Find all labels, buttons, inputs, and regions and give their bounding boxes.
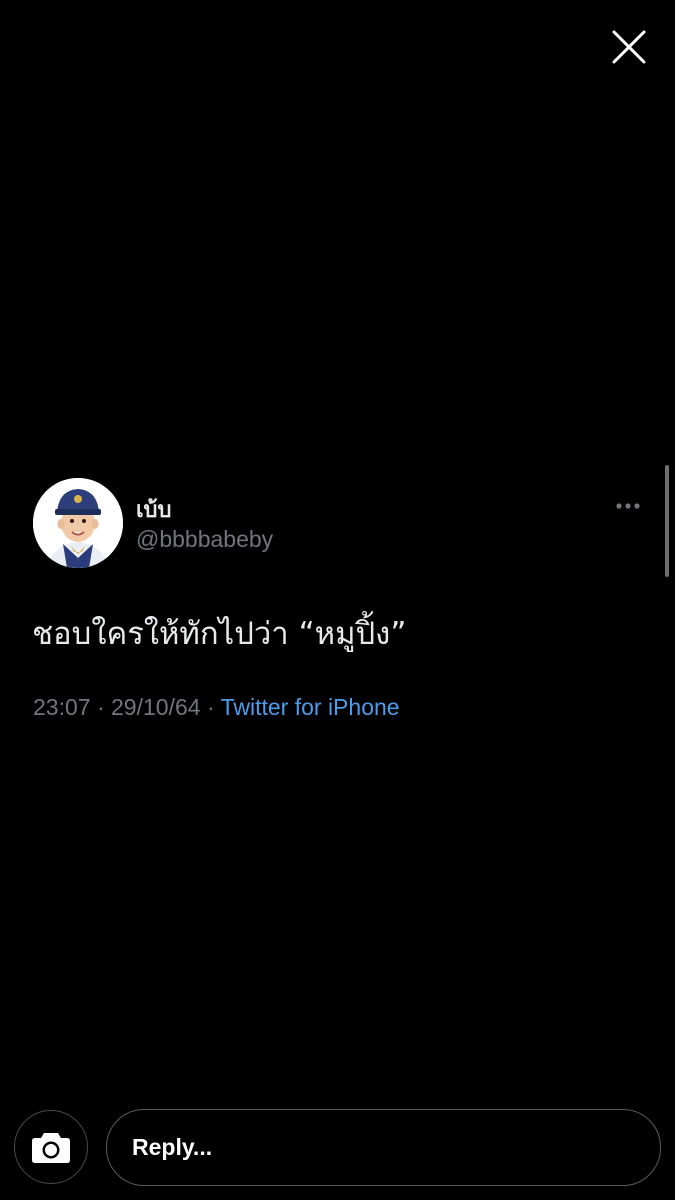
reply-placeholder: Reply... (132, 1134, 213, 1160)
tweet-text: ชอบใครให้ทักไปว่า “หมูปิ้ง” (32, 616, 407, 652)
separator: · (96, 694, 105, 720)
camera-button[interactable] (14, 1110, 88, 1184)
camera-icon (32, 1133, 70, 1163)
scrollbar[interactable] (665, 465, 669, 577)
tweet-metadata: 23:07 · 29/10/64 · Twitter for iPhone (33, 694, 400, 721)
display-name[interactable]: เบ้บ (136, 492, 171, 527)
tweet-source-link[interactable]: Twitter for iPhone (221, 694, 400, 720)
avatar[interactable] (33, 478, 123, 568)
more-options-button[interactable] (612, 496, 644, 516)
close-icon (612, 30, 646, 64)
tweet-date: 29/10/64 (111, 694, 201, 720)
tweet-time: 23:07 (33, 694, 91, 720)
reply-input[interactable]: Reply... (106, 1109, 661, 1186)
separator: · (206, 694, 215, 720)
user-handle[interactable]: @bbbbabeby (136, 526, 273, 553)
more-dots-icon (616, 503, 640, 509)
avatar-image (33, 478, 123, 568)
close-button[interactable] (606, 24, 652, 70)
